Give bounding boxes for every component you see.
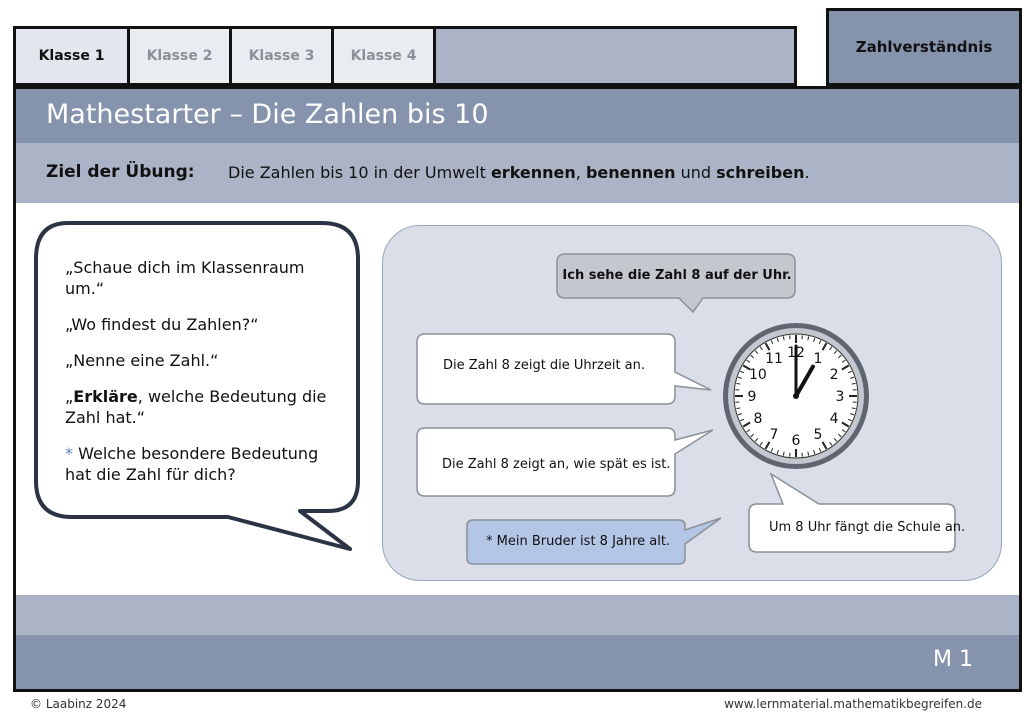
goal-text-part: , [575, 163, 586, 182]
star-marker: * [65, 444, 73, 463]
tab-bar-filler [436, 29, 794, 83]
tab-label: Klasse 3 [248, 48, 315, 64]
clock-number: 11 [765, 351, 783, 367]
goal-text-part: . [804, 163, 810, 182]
tab-klasse-2[interactable]: Klasse 2 [130, 29, 232, 83]
speech-personal: * Mein Bruder ist 8 Jahre alt. [486, 534, 671, 549]
tab-klasse-1[interactable]: Klasse 1 [16, 29, 130, 83]
goal-text-part: Die Zahlen bis 10 in der Umwelt [228, 163, 491, 182]
clock-number: 5 [814, 427, 823, 443]
goal-text-part: und [675, 163, 717, 182]
goal-bar: Ziel der Übung: Die Zahlen bis 10 in der… [16, 143, 1019, 203]
goal-keyword-recognize: erkennen [490, 163, 576, 182]
topic-box: Zahlverständnis [826, 8, 1022, 86]
tab-label: Klasse 4 [350, 48, 417, 64]
page-title: Mathestarter – Die Zahlen bis 10 [46, 99, 489, 130]
clock-number: 3 [836, 389, 845, 405]
title-bar: Mathestarter – Die Zahlen bis 10 [16, 89, 1019, 143]
goal-text: Die Zahlen bis 10 in der Umwelt erkennen… [228, 163, 810, 182]
worksheet-code: M 1 [933, 647, 973, 672]
goal-label: Ziel der Übung: [46, 162, 195, 182]
bottom-band-dark [16, 635, 1019, 689]
prompt-line: * Welche besondere Bedeutung hat die Zah… [65, 443, 333, 485]
tab-klasse-4[interactable]: Klasse 4 [334, 29, 436, 83]
speech-school: Um 8 Uhr fängt die Schule an. [769, 520, 966, 535]
prompt-line: „Schaue dich im Klassenraum um.“ [65, 258, 305, 298]
worksheet-panel: Mathestarter – Die Zahlen bis 10 Ziel de… [13, 86, 1022, 692]
prompt-line-rest: Welche besondere Bedeutung hat die Zahl … [65, 444, 319, 484]
clock-number: 2 [830, 367, 839, 383]
topic-label: Zahlverständnis [855, 38, 993, 56]
goal-keyword-write: schreiben [716, 163, 805, 182]
goal-keyword-name: benennen [585, 163, 676, 182]
prompt-text: „Schaue dich im Klassenraum um.“ „Wo fin… [65, 257, 333, 500]
tab-klasse-3[interactable]: Klasse 3 [232, 29, 334, 83]
example-scene: 121234567891011 Ich sehe die Zahl 8 auf … [382, 225, 1002, 581]
footer-copyright: © Laabinz 2024 [30, 697, 127, 711]
footer-website[interactable]: www.lernmaterial.mathematikbegreifen.de [724, 697, 982, 711]
clock-number: 4 [830, 411, 839, 427]
speech-time: Die Zahl 8 zeigt die Uhrzeit an. [443, 358, 646, 373]
prompt-line: „Erkläre, welche Bedeutung die Zahl hat.… [65, 386, 333, 428]
tab-label: Klasse 2 [146, 48, 213, 64]
prompt-line: „Nenne eine Zahl.“ [65, 351, 219, 370]
speech-top: Ich sehe die Zahl 8 auf der Uhr. [562, 267, 792, 283]
clock-center [793, 393, 799, 399]
clock-number: 9 [748, 389, 757, 405]
grade-tab-bar: Klasse 1 Klasse 2 Klasse 3 Klasse 4 [13, 26, 797, 86]
clock-graphic: 121234567891011 [723, 323, 869, 469]
tab-label: Klasse 1 [38, 48, 105, 64]
clock-number: 10 [749, 367, 767, 383]
bottom-band-light [16, 595, 1019, 635]
prompt-keyword-explain: Erkläre [73, 387, 138, 406]
speech-how-late: Die Zahl 8 zeigt an, wie spät es ist. [442, 457, 671, 472]
clock-number: 1 [814, 351, 823, 367]
prompt-line: „Wo findest du Zahlen?“ [65, 315, 259, 334]
clock-number: 7 [770, 427, 779, 443]
clock-number: 6 [792, 433, 801, 449]
clock-number: 8 [753, 411, 762, 427]
